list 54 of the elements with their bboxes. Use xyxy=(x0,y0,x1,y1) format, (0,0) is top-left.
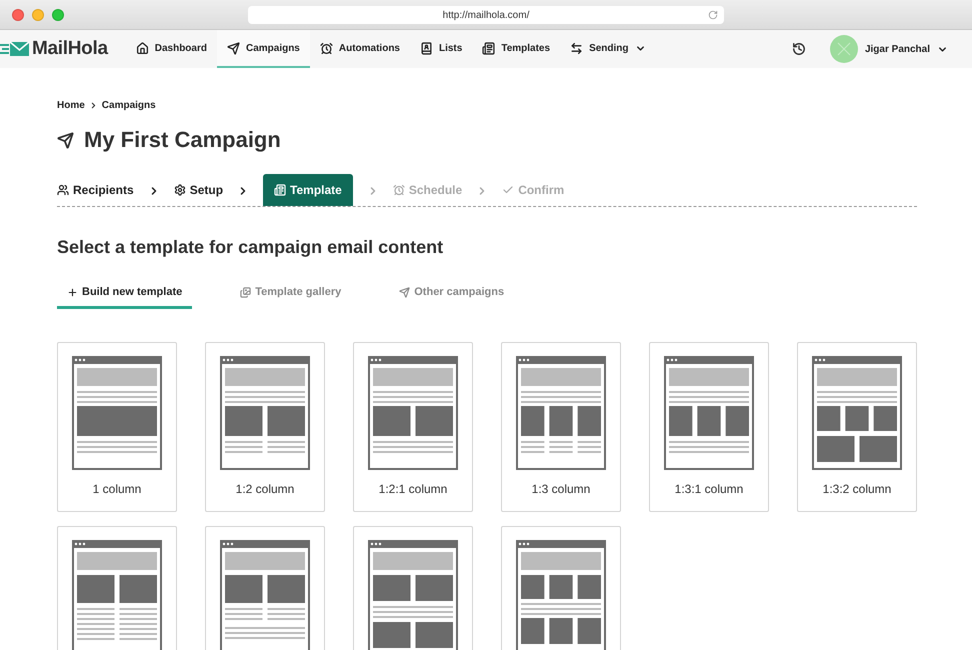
template-card[interactable]: 1:2:1 column xyxy=(353,342,473,512)
template-label: 1:2 column xyxy=(236,482,294,496)
template-card[interactable]: 1:2 column xyxy=(205,342,325,512)
close-button[interactable] xyxy=(12,8,24,20)
address-bar[interactable]: http://mailhola.com/ xyxy=(248,6,724,24)
tab[interactable]: Other campaigns xyxy=(389,286,514,309)
tab[interactable]: Build new template xyxy=(57,286,192,309)
images-icon xyxy=(240,286,252,298)
nav-item[interactable]: Templates xyxy=(472,30,560,68)
paper-plane-icon xyxy=(226,42,240,54)
newspaper-icon xyxy=(274,184,286,196)
alarm-clock-icon xyxy=(320,42,333,54)
users-icon xyxy=(57,184,69,196)
page-title: My First Campaign xyxy=(84,127,281,153)
template-card[interactable] xyxy=(205,526,325,650)
home-icon xyxy=(136,42,149,54)
address-book-icon xyxy=(420,42,433,54)
template-card[interactable] xyxy=(57,526,177,650)
nav-item[interactable]: Dashboard xyxy=(126,30,217,68)
plus-icon xyxy=(67,286,78,298)
nav-item[interactable]: Sending xyxy=(560,30,656,68)
template-label: 1:3 column xyxy=(532,482,590,496)
nav-item[interactable]: Lists xyxy=(410,30,472,68)
template-label: 1:3:1 column xyxy=(674,482,744,496)
nav-item[interactable]: Automations xyxy=(310,30,410,68)
paper-plane-icon xyxy=(57,132,74,148)
wizard-step[interactable]: Recipients xyxy=(57,174,134,206)
template-card[interactable]: 1:3 column xyxy=(501,342,621,512)
template-card[interactable]: 1 column xyxy=(57,342,177,512)
user-menu[interactable]: Jigar Panchal xyxy=(830,30,972,68)
paper-plane-icon xyxy=(399,286,410,298)
template-label: 1 column xyxy=(92,482,142,496)
template-card[interactable] xyxy=(501,526,621,650)
section-heading: Select a template for campaign email content xyxy=(57,237,444,258)
check-icon xyxy=(502,184,514,196)
template-label: 1:2:1 column xyxy=(378,482,448,496)
settings-icon xyxy=(174,184,186,196)
logo-text: MailHola xyxy=(32,38,108,60)
avatar-icon xyxy=(830,35,858,63)
tab[interactable]: Template gallery xyxy=(230,286,352,309)
wizard-step[interactable]: Template xyxy=(263,174,353,206)
reload-icon[interactable] xyxy=(708,10,718,20)
breadcrumb-link[interactable]: Home xyxy=(57,100,85,111)
template-card[interactable] xyxy=(353,526,473,650)
newspaper-icon xyxy=(482,42,496,54)
arrows-icon xyxy=(570,42,584,54)
wizard-step[interactable]: Setup xyxy=(174,174,224,206)
breadcrumb-link[interactable]: Campaigns xyxy=(102,100,156,111)
template-card[interactable]: 1:3:2 column xyxy=(797,342,917,512)
nav-item[interactable]: Campaigns xyxy=(216,30,310,68)
template-label: 1:3:2 column xyxy=(822,482,892,496)
template-card[interactable]: 1:3:1 column xyxy=(649,342,769,512)
history-icon[interactable] xyxy=(792,42,806,56)
alarm-clock-icon xyxy=(392,184,405,196)
